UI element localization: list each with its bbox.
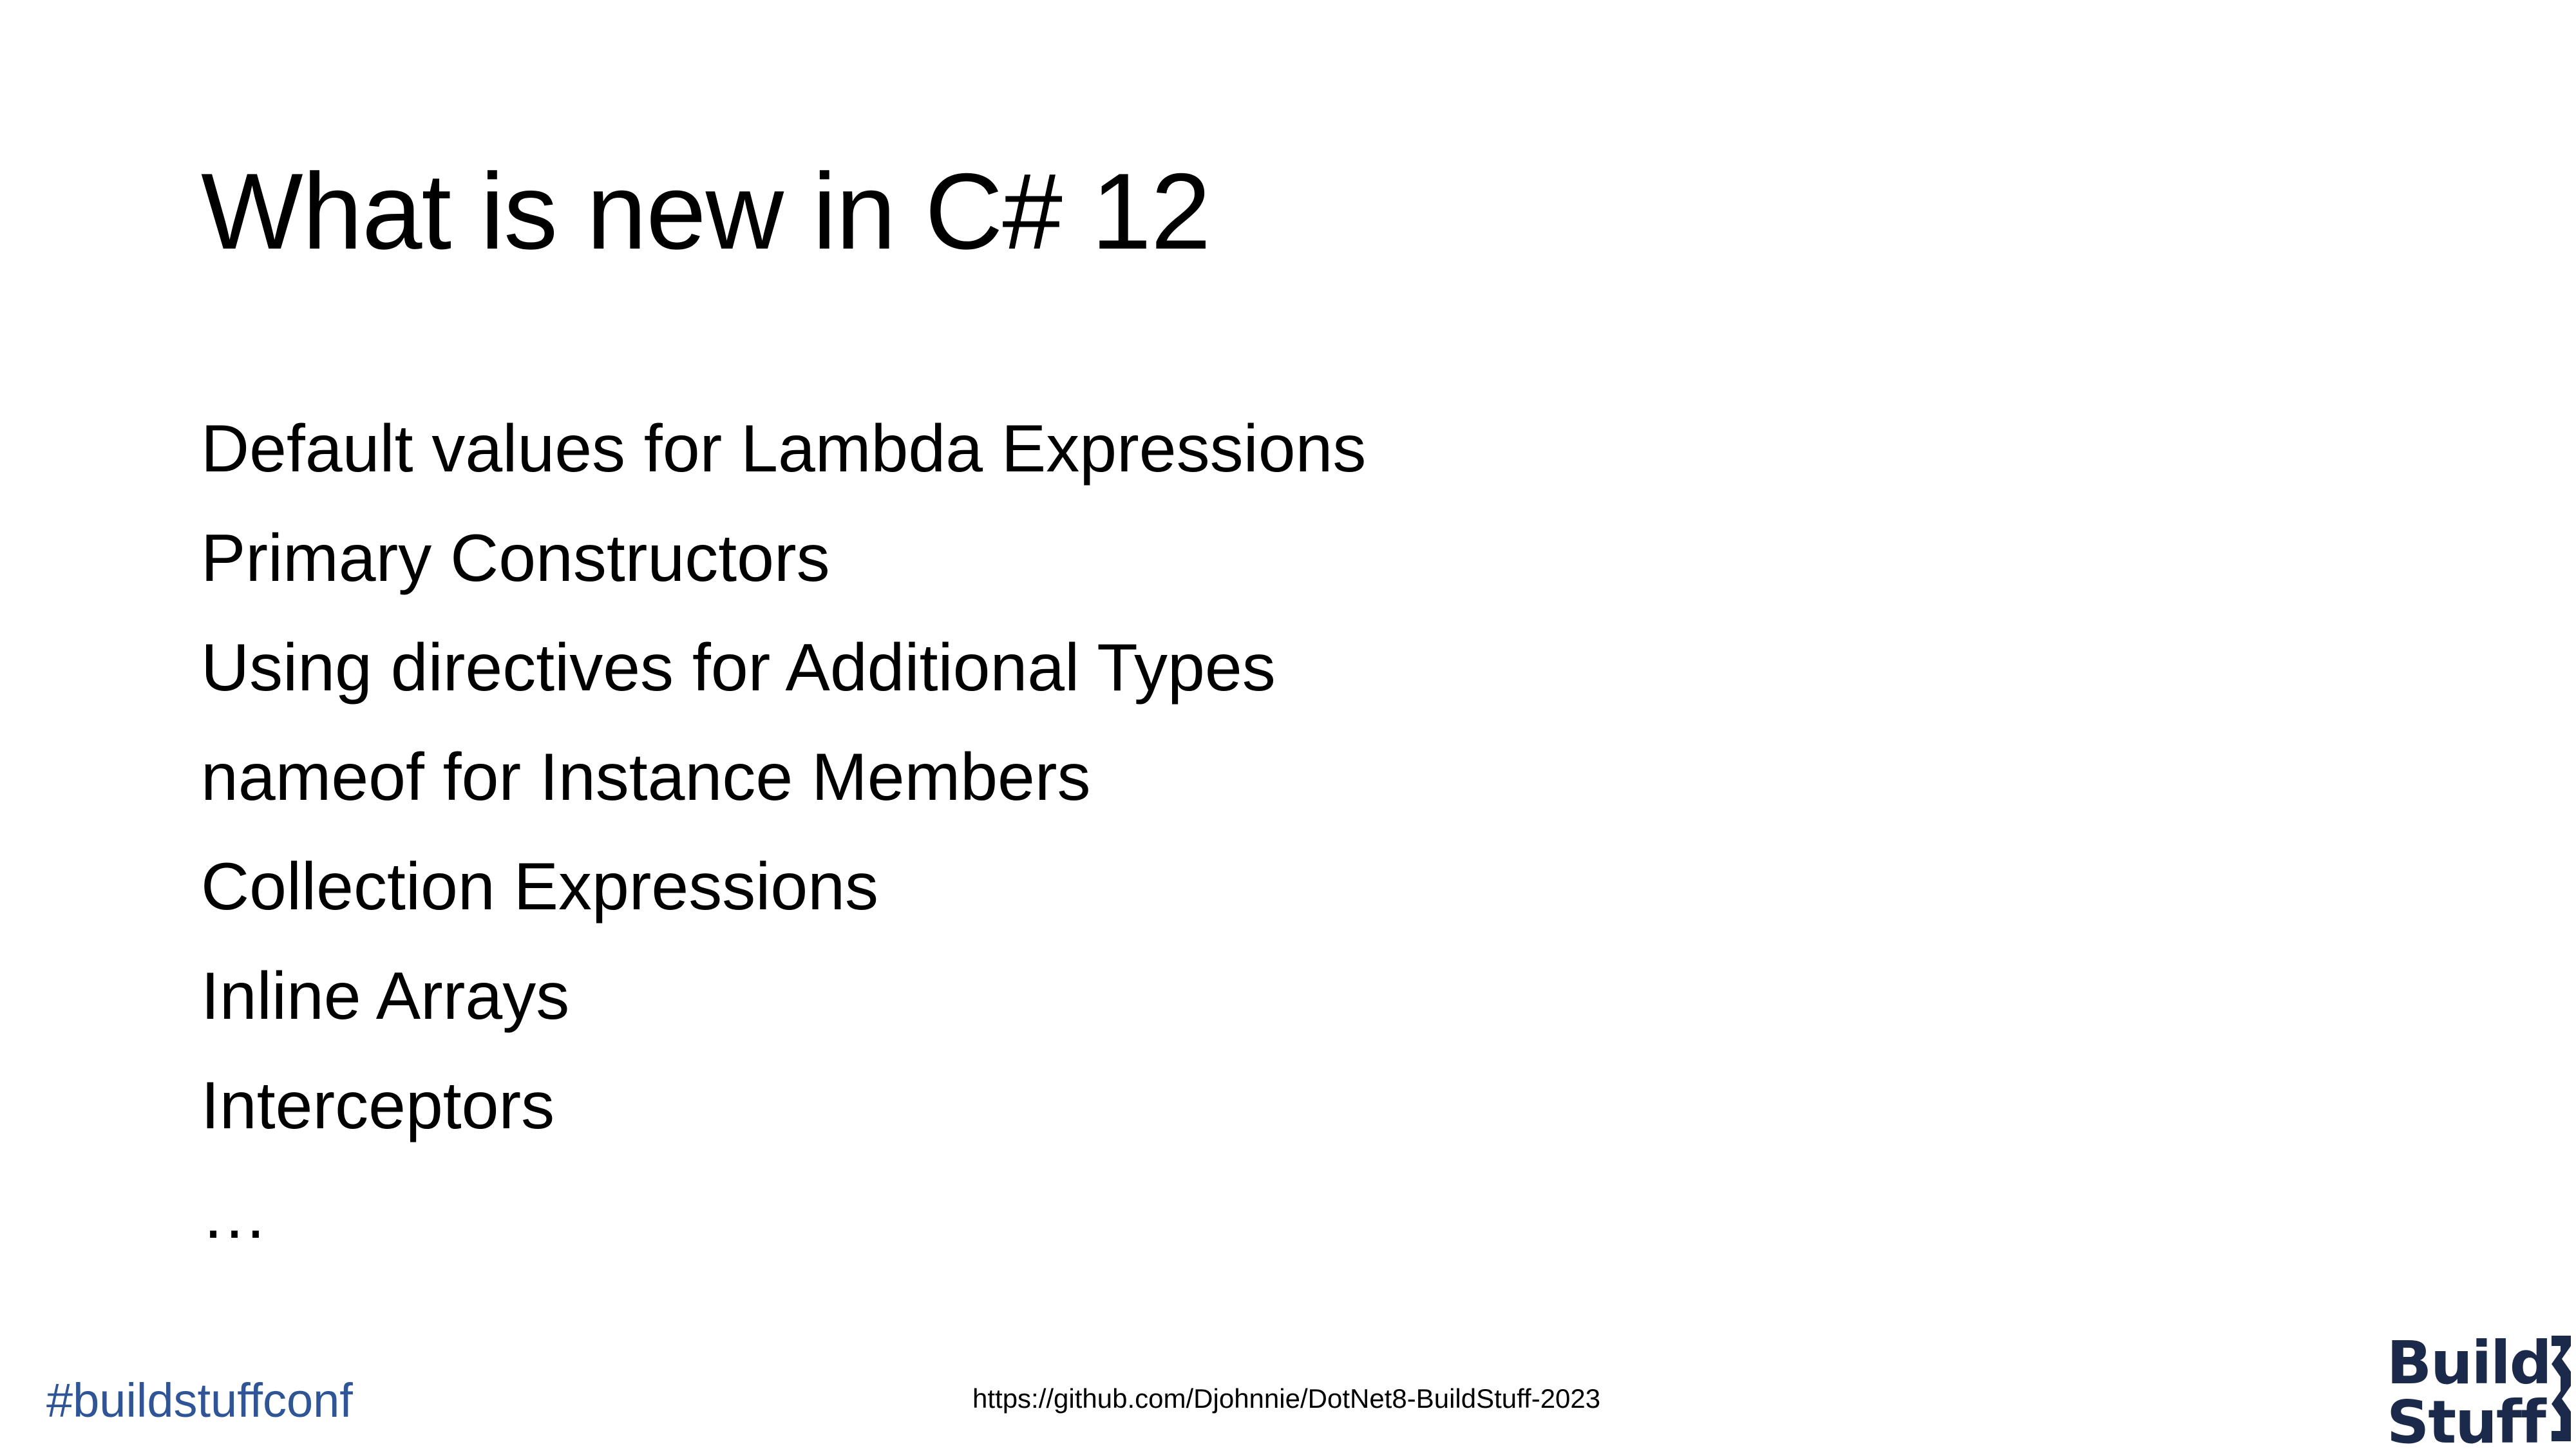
list-item: nameof for Instance Members <box>201 740 1091 815</box>
list-item: Primary Constructors <box>201 521 830 596</box>
list-item: Using directives for Additional Types <box>201 630 1276 705</box>
list-item: … <box>201 1178 268 1253</box>
slide-title: What is new in C# 12 <box>201 151 1211 272</box>
github-repo-link[interactable]: https://github.com/Djohnnie/DotNet8-Buil… <box>972 1383 1600 1414</box>
list-item: Default values for Lambda Expressions <box>201 412 1367 486</box>
buildstuff-logo: Build Stuff <box>2387 1329 2571 1449</box>
conference-hashtag: #buildstuffconf <box>46 1374 353 1427</box>
feature-list: Default values for Lambda Expressions Pr… <box>201 394 1366 1270</box>
list-item: Inline Arrays <box>201 959 570 1034</box>
logo-text-stuff: Stuff <box>2387 1388 2547 1449</box>
list-item: Collection Expressions <box>201 849 879 924</box>
list-item: Interceptors <box>201 1068 555 1143</box>
logo-text-build: Build <box>2387 1329 2551 1397</box>
logo-bracket-icon <box>2552 1336 2571 1441</box>
